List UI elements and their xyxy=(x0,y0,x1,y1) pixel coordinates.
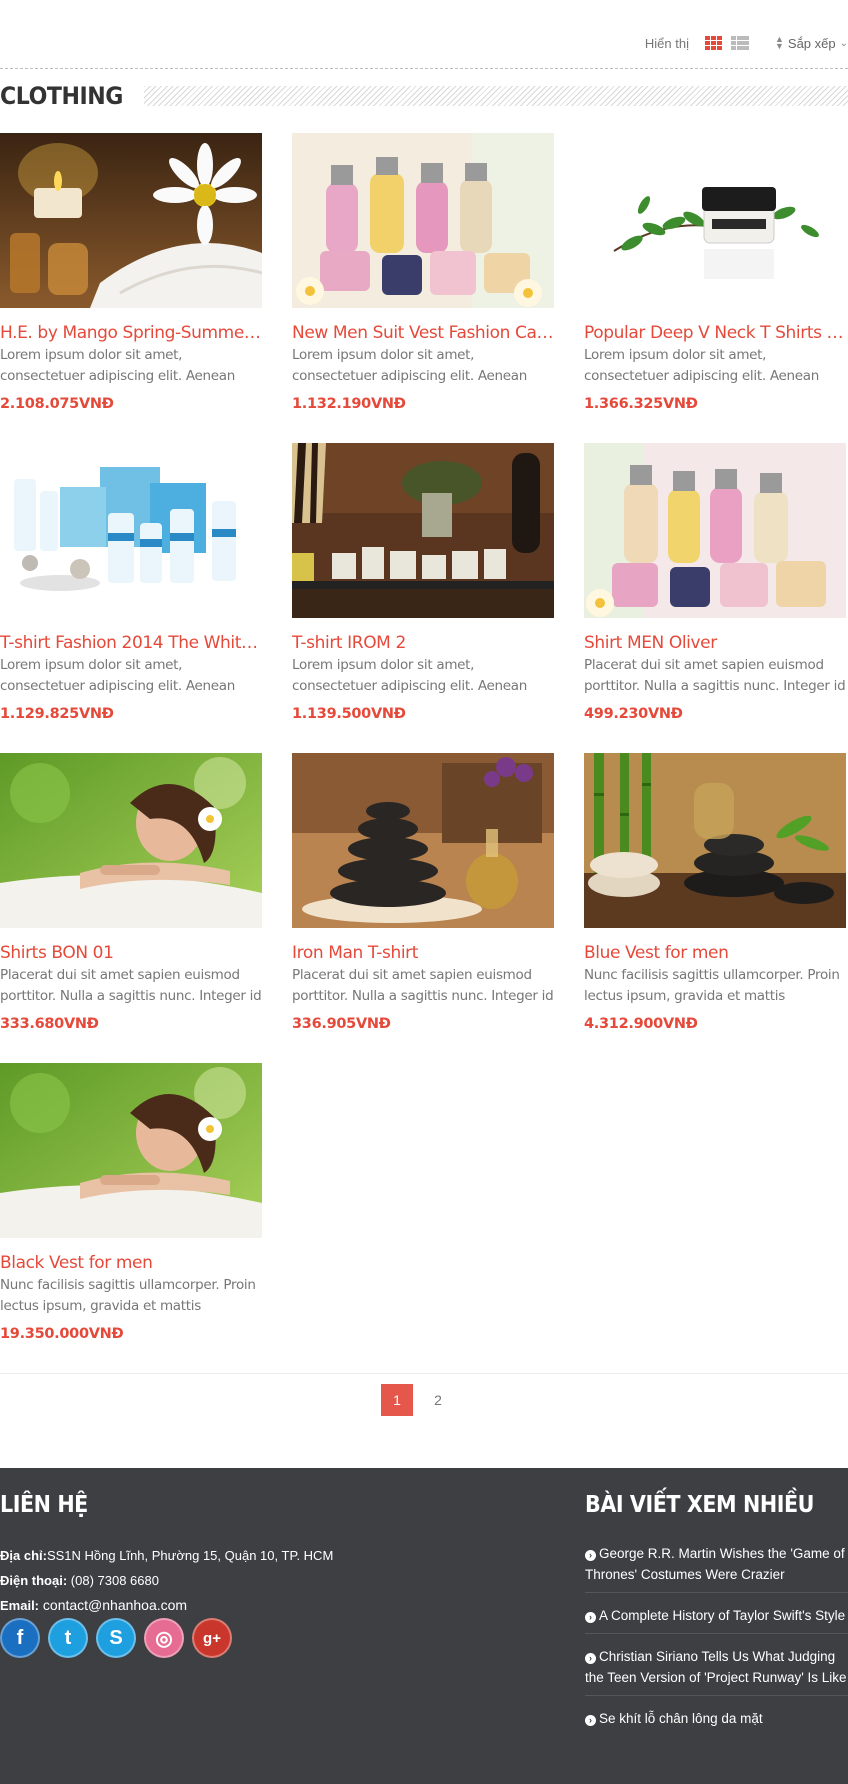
popular-post-link[interactable]: › Se khít lỗ chân lông da mặt xyxy=(585,1705,848,1736)
product-image[interactable] xyxy=(0,1063,262,1238)
product-name-link[interactable]: New Men Suit Vest Fashion Cas... xyxy=(292,322,554,344)
chevron-right-icon: › xyxy=(585,1653,596,1664)
chevron-right-icon: › xyxy=(585,1715,596,1726)
product-price: 19.350.000VNĐ xyxy=(0,1326,124,1342)
product-card: H.E. by Mango Spring-Summer ... Lorem ip… xyxy=(0,133,262,412)
product-card: Iron Man T-shirt Placerat dui sit amet s… xyxy=(292,753,554,1032)
list-view-icon[interactable] xyxy=(730,36,749,50)
title-decoration xyxy=(144,86,848,106)
post-title: Christian Siriano Tells Us What Judging … xyxy=(585,1649,847,1685)
product-description: Nunc facilisis sagittis ullamcorper. Pro… xyxy=(584,967,840,1004)
contact-info: Địa chỉ:SS1N Hồng Lĩnh, Phường 15, Quận … xyxy=(0,1543,333,1618)
chevron-right-icon: › xyxy=(585,1612,596,1623)
popular-post-link[interactable]: › Christian Siriano Tells Us What Judging… xyxy=(585,1643,848,1696)
sort-dropdown[interactable]: ▲ ▼ Sắp xếp ⌄ xyxy=(774,34,848,51)
product-name-link[interactable]: H.E. by Mango Spring-Summer ... xyxy=(0,322,262,344)
product-name-link[interactable]: Iron Man T-shirt xyxy=(292,942,554,964)
product-price: 333.680VNĐ xyxy=(0,1016,99,1032)
product-name-link[interactable]: Shirt MEN Oliver xyxy=(584,632,846,654)
social-links: f t S ◎ g+ xyxy=(0,1618,232,1658)
google-plus-icon[interactable]: g+ xyxy=(192,1618,232,1658)
product-description: Placerat dui sit amet sapien euismod por… xyxy=(0,967,262,1004)
product-description: Lorem ipsum dolor sit amet, consectetuer… xyxy=(292,657,528,694)
product-card: T-shirt Fashion 2014 The White... Lorem … xyxy=(0,443,262,722)
product-card: Black Vest for men Nunc facilisis sagitt… xyxy=(0,1063,262,1342)
category-title: CLOTHING xyxy=(0,82,123,110)
product-description: Lorem ipsum dolor sit amet, consectetuer… xyxy=(584,347,820,384)
popular-post-link[interactable]: › George R.R. Martin Wishes the 'Game of … xyxy=(585,1540,848,1593)
product-price: 1.129.825VNĐ xyxy=(0,706,114,722)
email-line: Email: contact@nhanhoa.com xyxy=(0,1597,188,1613)
post-title: A Complete History of Taylor Swift's Sty… xyxy=(599,1608,846,1623)
product-description: Lorem ipsum dolor sit amet, consectetuer… xyxy=(0,347,236,384)
product-name-link[interactable]: T-shirt IROM 2 xyxy=(292,632,554,654)
product-image[interactable] xyxy=(292,443,554,618)
view-toolbar: Hiển thị ▲ ▼ Sắp xếp ⌄ xyxy=(645,30,848,56)
page-1-link[interactable]: 1 xyxy=(381,1384,413,1416)
product-name-link[interactable]: Popular Deep V Neck T Shirts fo... xyxy=(584,322,846,344)
product-image[interactable] xyxy=(0,753,262,928)
sort-label: Sắp xếp xyxy=(787,35,836,51)
grid-view-icon[interactable] xyxy=(704,36,723,50)
product-price: 499.230VNĐ xyxy=(584,706,683,722)
product-card: Shirt MEN Oliver Placerat dui sit amet s… xyxy=(584,443,846,722)
product-image[interactable] xyxy=(0,133,262,308)
chevron-right-icon: › xyxy=(585,1550,596,1561)
twitter-icon[interactable]: t xyxy=(48,1618,88,1658)
post-title: George R.R. Martin Wishes the 'Game of T… xyxy=(585,1546,845,1582)
divider xyxy=(0,1373,848,1374)
popular-posts-heading: BÀI VIẾT XEM NHIỀU xyxy=(585,1492,815,1518)
pagination: 1 2 xyxy=(381,1384,454,1416)
product-price: 1.139.500VNĐ xyxy=(292,706,406,722)
phone-line: Điện thoại: (08) 7308 6680 xyxy=(0,1573,159,1588)
popular-posts-list: › George R.R. Martin Wishes the 'Game of … xyxy=(585,1540,848,1745)
divider xyxy=(0,68,848,69)
product-card: New Men Suit Vest Fashion Cas... Lorem i… xyxy=(292,133,554,412)
product-name-link[interactable]: Black Vest for men xyxy=(0,1252,262,1274)
chevron-down-icon: ⌄ xyxy=(839,37,848,49)
product-image[interactable] xyxy=(292,133,554,308)
sort-arrows-icon: ▲ ▼ xyxy=(774,34,784,51)
product-price: 2.108.075VNĐ xyxy=(0,396,114,412)
product-image[interactable] xyxy=(0,443,262,618)
product-image[interactable] xyxy=(584,443,846,618)
product-price: 1.366.325VNĐ xyxy=(584,396,698,412)
product-price: 4.312.900VNĐ xyxy=(584,1016,698,1032)
product-image[interactable] xyxy=(584,133,846,308)
product-image[interactable] xyxy=(292,753,554,928)
product-name-link[interactable]: Shirts BON 01 xyxy=(0,942,262,964)
product-card: Popular Deep V Neck T Shirts fo... Lorem… xyxy=(584,133,846,412)
post-title: Se khít lỗ chân lông da mặt xyxy=(599,1711,763,1726)
product-description: Placerat dui sit amet sapien euismod por… xyxy=(292,967,554,1004)
footer: LIÊN HỆ Địa chỉ:SS1N Hồng Lĩnh, Phường 1… xyxy=(0,1468,848,1784)
product-price: 1.132.190VNĐ xyxy=(292,396,406,412)
address-line: Địa chỉ:SS1N Hồng Lĩnh, Phường 15, Quận … xyxy=(0,1548,334,1563)
product-card: T-shirt IROM 2 Lorem ipsum dolor sit ame… xyxy=(292,443,554,722)
product-card: Blue Vest for men Nunc facilisis sagitti… xyxy=(584,753,846,1032)
product-description: Lorem ipsum dolor sit amet, consectetuer… xyxy=(0,657,236,694)
product-description: Lorem ipsum dolor sit amet, consectetuer… xyxy=(292,347,528,384)
skype-icon[interactable]: S xyxy=(96,1618,136,1658)
page-2-link[interactable]: 2 xyxy=(422,1384,454,1416)
display-label: Hiển thị xyxy=(644,35,689,51)
popular-post-link[interactable]: › A Complete History of Taylor Swift's St… xyxy=(585,1602,848,1634)
dribbble-icon[interactable]: ◎ xyxy=(144,1618,184,1658)
product-description: Nunc facilisis sagittis ullamcorper. Pro… xyxy=(0,1277,256,1314)
product-price: 336.905VNĐ xyxy=(292,1016,391,1032)
product-description: Placerat dui sit amet sapien euismod por… xyxy=(584,657,846,694)
contact-heading: LIÊN HỆ xyxy=(0,1492,88,1518)
product-card: Shirts BON 01 Placerat dui sit amet sapi… xyxy=(0,753,262,1032)
facebook-icon[interactable]: f xyxy=(0,1618,40,1658)
product-image[interactable] xyxy=(584,753,846,928)
product-name-link[interactable]: Blue Vest for men xyxy=(584,942,846,964)
product-name-link[interactable]: T-shirt Fashion 2014 The White... xyxy=(0,632,262,654)
